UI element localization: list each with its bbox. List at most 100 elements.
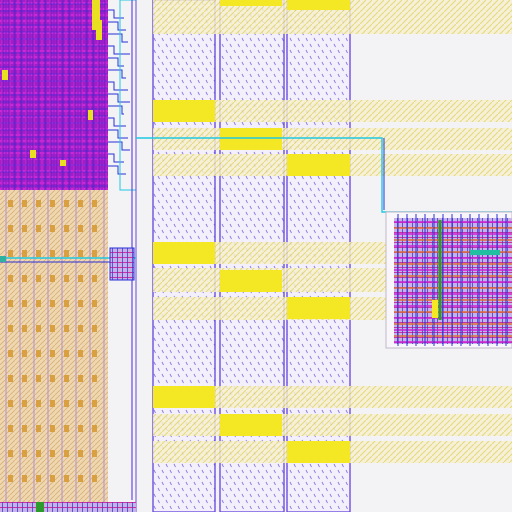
yellow-pad — [287, 297, 350, 319]
contact-pad — [78, 200, 83, 207]
contact-pad — [36, 475, 41, 482]
contact-pad — [78, 225, 83, 232]
contact-pad — [8, 275, 13, 282]
contact-pad — [22, 350, 27, 357]
yellow-pad — [220, 414, 282, 436]
poly-marker — [36, 502, 44, 512]
via-marker — [0, 256, 6, 262]
contact-pad — [8, 425, 13, 432]
contact-pad — [92, 200, 97, 207]
contact-pad — [64, 225, 69, 232]
contact-pad — [50, 450, 55, 457]
contact-pad — [8, 450, 13, 457]
hatched-band — [153, 414, 512, 436]
contact-pad — [64, 425, 69, 432]
contact-pad — [22, 275, 27, 282]
hatched-band — [153, 128, 512, 150]
contact-pad — [64, 450, 69, 457]
yellow-pad — [153, 242, 215, 264]
contact-pad — [22, 225, 27, 232]
yellow-pad — [287, 441, 350, 463]
contact-pad — [50, 275, 55, 282]
contact-pad — [36, 375, 41, 382]
contact-pad — [36, 250, 41, 257]
contact-pad — [22, 450, 27, 457]
highlight-pad — [30, 150, 36, 158]
contact-pad — [78, 425, 83, 432]
contact-pad — [22, 325, 27, 332]
highlight-pad — [60, 160, 66, 166]
contact-pad — [50, 300, 55, 307]
route-step — [108, 117, 126, 127]
contact-pad — [92, 225, 97, 232]
contact-pad — [8, 200, 13, 207]
contact-pad — [64, 400, 69, 407]
contact-pad — [50, 325, 55, 332]
contact-pad — [22, 250, 27, 257]
contact-pad — [36, 225, 41, 232]
contact-pad — [50, 200, 55, 207]
contact-pad — [8, 350, 13, 357]
route-step — [108, 153, 124, 163]
macro-via-row — [470, 250, 500, 255]
contact-pad — [78, 250, 83, 257]
contact-pad — [50, 475, 55, 482]
route-step — [108, 9, 124, 19]
contact-pad — [92, 425, 97, 432]
contact-pad — [8, 475, 13, 482]
contact-pad — [36, 300, 41, 307]
yellow-pad — [287, 154, 350, 176]
route-step — [108, 33, 128, 43]
route-step — [108, 165, 126, 175]
contact-pad — [36, 400, 41, 407]
route-step — [108, 129, 128, 139]
contact-pad — [64, 250, 69, 257]
contact-pad — [64, 200, 69, 207]
contact-pad — [78, 350, 83, 357]
contact-pad — [8, 400, 13, 407]
layout-canvas[interactable] — [0, 0, 512, 512]
layout-view[interactable] — [0, 0, 512, 512]
highlight-pad — [96, 20, 102, 40]
contact-pad — [78, 400, 83, 407]
right-macro-block — [385, 211, 512, 349]
route-step — [108, 21, 126, 31]
contact-pad — [22, 425, 27, 432]
contact-pad — [92, 275, 97, 282]
macro-body — [394, 218, 512, 344]
contact-pad — [50, 350, 55, 357]
route-step — [108, 81, 128, 91]
contact-pad — [92, 400, 97, 407]
route-step — [108, 141, 130, 151]
contact-pad — [64, 325, 69, 332]
yellow-pad — [287, 0, 350, 10]
contact-pad — [22, 375, 27, 382]
io-cell — [109, 247, 135, 281]
contact-pad — [8, 375, 13, 382]
contact-pad — [36, 275, 41, 282]
yellow-pad — [220, 128, 282, 150]
contact-pad — [64, 375, 69, 382]
contact-pad — [92, 250, 97, 257]
contact-pad — [50, 225, 55, 232]
route-step — [108, 105, 124, 115]
highlight-pad — [2, 70, 8, 80]
contact-pad — [50, 250, 55, 257]
contact-pad — [64, 300, 69, 307]
contact-pad — [50, 375, 55, 382]
contact-pad — [22, 475, 27, 482]
contact-pad — [92, 450, 97, 457]
contact-pad — [36, 200, 41, 207]
contact-pad — [78, 325, 83, 332]
contact-pad — [36, 350, 41, 357]
contact-pad — [36, 450, 41, 457]
highlight-pad — [88, 110, 93, 120]
route-step — [108, 57, 124, 67]
yellow-pad — [153, 386, 215, 408]
yellow-pad — [153, 100, 215, 122]
contact-pad — [22, 400, 27, 407]
contact-pad — [8, 300, 13, 307]
route-step — [108, 69, 126, 79]
route-step — [108, 45, 130, 55]
contact-pad — [22, 300, 27, 307]
